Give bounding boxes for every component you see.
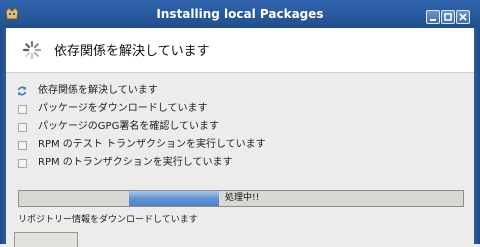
minimize-button[interactable] <box>426 10 440 24</box>
dialog-header: 依存関係を解決しています <box>6 28 474 73</box>
maximize-button[interactable] <box>441 10 455 24</box>
header-title: 依存関係を解決しています <box>54 44 210 59</box>
bottom-button[interactable] <box>14 232 78 247</box>
window-frame-right <box>474 28 480 244</box>
window-titlebar[interactable]: Installing local Packages <box>0 0 480 28</box>
step-label: RPM のトランザクションを実行しています <box>38 157 233 168</box>
maximize-icon <box>444 13 452 21</box>
checkbox-icon <box>16 103 28 115</box>
close-button[interactable] <box>456 10 470 24</box>
step-label: パッケージのGPG署名を確認しています <box>38 121 220 132</box>
refresh-icon <box>17 86 27 96</box>
dialog-content: 依存関係を解決しています パッケージをダウンロードしています パッケージのGPG… <box>6 73 474 247</box>
checkbox-icon <box>16 121 28 133</box>
progress-text: 処理中!! <box>225 193 260 203</box>
spinner-icon <box>22 40 42 60</box>
step-label: 依存関係を解決しています <box>38 85 158 96</box>
minimize-icon <box>430 19 436 21</box>
checkbox-icon <box>16 157 28 169</box>
step-label: パッケージをダウンロードしています <box>38 103 208 114</box>
progress-bar: 処理中!! <box>18 190 464 207</box>
close-icon <box>459 13 467 21</box>
step-label: RPM のテスト トランザクションを実行しています <box>38 139 266 150</box>
progress-fill <box>129 191 219 206</box>
status-text: リポジトリー情報をダウンロードしています <box>18 215 198 225</box>
window-title: Installing local Packages <box>156 7 324 21</box>
checkbox-icon <box>16 139 28 151</box>
